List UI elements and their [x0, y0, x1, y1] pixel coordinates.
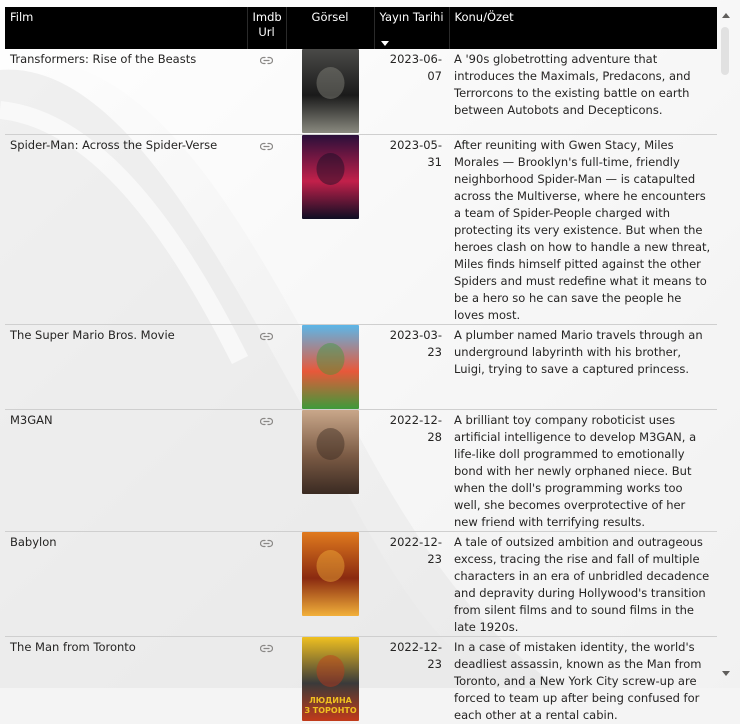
summary-text: After reuniting with Gwen Stacy, Miles M…: [449, 133, 717, 324]
film-title: Transformers: Rise of the Beasts: [10, 52, 197, 66]
summary-text: A tale of outsized ambition and outrageo…: [449, 530, 717, 636]
table-row: M3GAN 2022-12-28 A brilliant toy company r…: [5, 408, 717, 531]
poster-cell: [286, 133, 374, 324]
movie-poster-image: [301, 324, 359, 409]
imdb-url-cell: [247, 530, 286, 636]
poster-cell: [286, 408, 374, 531]
sort-descending-icon: [380, 41, 389, 46]
film-title: Spider-Man: Across the Spider-Verse: [5, 133, 247, 324]
table-row: The Man from Toronto ЛЮДИНА З ТОРОНТО 2022-…: [5, 635, 717, 724]
table-row: The Super Mario Bros. Movie 2023-03-23 A p…: [5, 323, 717, 409]
movie-poster-image: [301, 531, 359, 616]
link-icon[interactable]: [259, 53, 274, 70]
link-icon[interactable]: [259, 414, 274, 431]
film-title: The Super Mario Bros. Movie: [5, 323, 247, 409]
poster-cell: [286, 49, 374, 134]
column-header-image[interactable]: Görsel: [285, 7, 374, 49]
movies-table-container: Film Imdb Url Görsel Yayın Tarihi Konu/Ö…: [5, 7, 717, 724]
movie-poster-image: [301, 134, 359, 219]
release-date: 2023-06-07: [389, 52, 442, 83]
scroll-up-icon[interactable]: [722, 13, 730, 18]
film-title: M3GAN: [5, 408, 247, 531]
imdb-url-cell: [247, 323, 286, 409]
poster-cell: [286, 323, 374, 409]
svg-text:ЛЮДИНА: ЛЮДИНА: [309, 696, 353, 705]
imdb-url-cell: [247, 635, 286, 724]
link-icon[interactable]: [259, 536, 274, 553]
movie-poster-image: [301, 49, 359, 133]
svg-text:З ТОРОНТО: З ТОРОНТО: [304, 706, 357, 715]
scroll-down-icon[interactable]: [722, 671, 730, 676]
link-icon[interactable]: [259, 329, 274, 346]
vertical-scrollbar[interactable]: [719, 7, 733, 682]
column-header-imdb-url[interactable]: Imdb Url: [246, 7, 286, 49]
movie-poster-image: [301, 409, 359, 494]
summary-text: In a case of mistaken identity, the worl…: [449, 635, 717, 724]
column-header-film[interactable]: Film: [5, 7, 247, 49]
imdb-url-cell: [247, 408, 286, 531]
movie-poster-image: ЛЮДИНАЗ ТОРОНТО: [301, 636, 359, 721]
movies-table: Film Imdb Url Görsel Yayın Tarihi Konu/Ö…: [5, 7, 717, 724]
table-row: Babylon 2022-12-23 A tale of outsized ambi…: [5, 530, 717, 636]
film-title: Babylon: [5, 530, 247, 636]
summary-text: A '90s globetrotting adventure that intr…: [454, 52, 691, 117]
imdb-url-cell: [247, 133, 286, 324]
table-row: Spider-Man: Across the Spider-Verse 2023-…: [5, 133, 717, 324]
release-date: 2022-12-23: [374, 530, 449, 636]
poster-cell: [286, 530, 374, 636]
imdb-url-cell: [247, 49, 286, 134]
link-icon[interactable]: [259, 139, 274, 156]
summary-text: A plumber named Mario travels through an…: [449, 323, 717, 409]
scrollbar-thumb[interactable]: [721, 27, 729, 75]
release-date: 2022-12-23: [374, 635, 449, 724]
link-icon[interactable]: [259, 641, 274, 658]
film-title: The Man from Toronto: [5, 635, 247, 724]
poster-cell: ЛЮДИНА З ТОРОНТО: [286, 635, 374, 724]
release-date: 2023-03-23: [374, 323, 449, 409]
release-date: 2023-05-31: [374, 133, 449, 324]
summary-text: A brilliant toy company roboticist uses …: [449, 408, 717, 531]
column-header-summary[interactable]: Konu/Özet: [448, 7, 717, 49]
column-header-release-date[interactable]: Yayın Tarihi: [373, 7, 449, 49]
release-date: 2022-12-28: [374, 408, 449, 531]
header-row: Film Imdb Url Görsel Yayın Tarihi Konu/Ö…: [5, 7, 717, 49]
table-row: Transformers: Rise of the Beasts 2023-06-…: [5, 49, 717, 134]
